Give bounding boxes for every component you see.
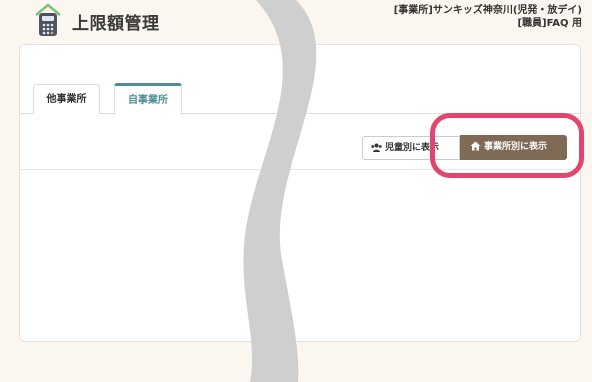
tab-other-facilities[interactable]: 他事業所: [33, 84, 100, 114]
calculator-logo-icon: [33, 3, 63, 37]
app-header: 上限額管理 [事業所]サンキッズ神奈川(児発・放デイ) [職員]FAQ 用: [0, 0, 592, 42]
facility-name: [事業所]サンキッズ神奈川(児発・放デイ): [393, 5, 582, 16]
page-title: 上限額管理: [72, 14, 160, 34]
annotation-highlight: [430, 113, 584, 178]
staff-name: [職員]FAQ 用: [517, 18, 582, 29]
tab-own-facility[interactable]: 自事業所: [114, 83, 182, 114]
main-card: 他事業所 自事業所 児童別に表示 事業所別に表示: [19, 44, 581, 342]
users-icon: [371, 143, 382, 152]
facility-info: [事業所]サンキッズ神奈川(児発・放デイ) [職員]FAQ 用: [394, 4, 582, 30]
